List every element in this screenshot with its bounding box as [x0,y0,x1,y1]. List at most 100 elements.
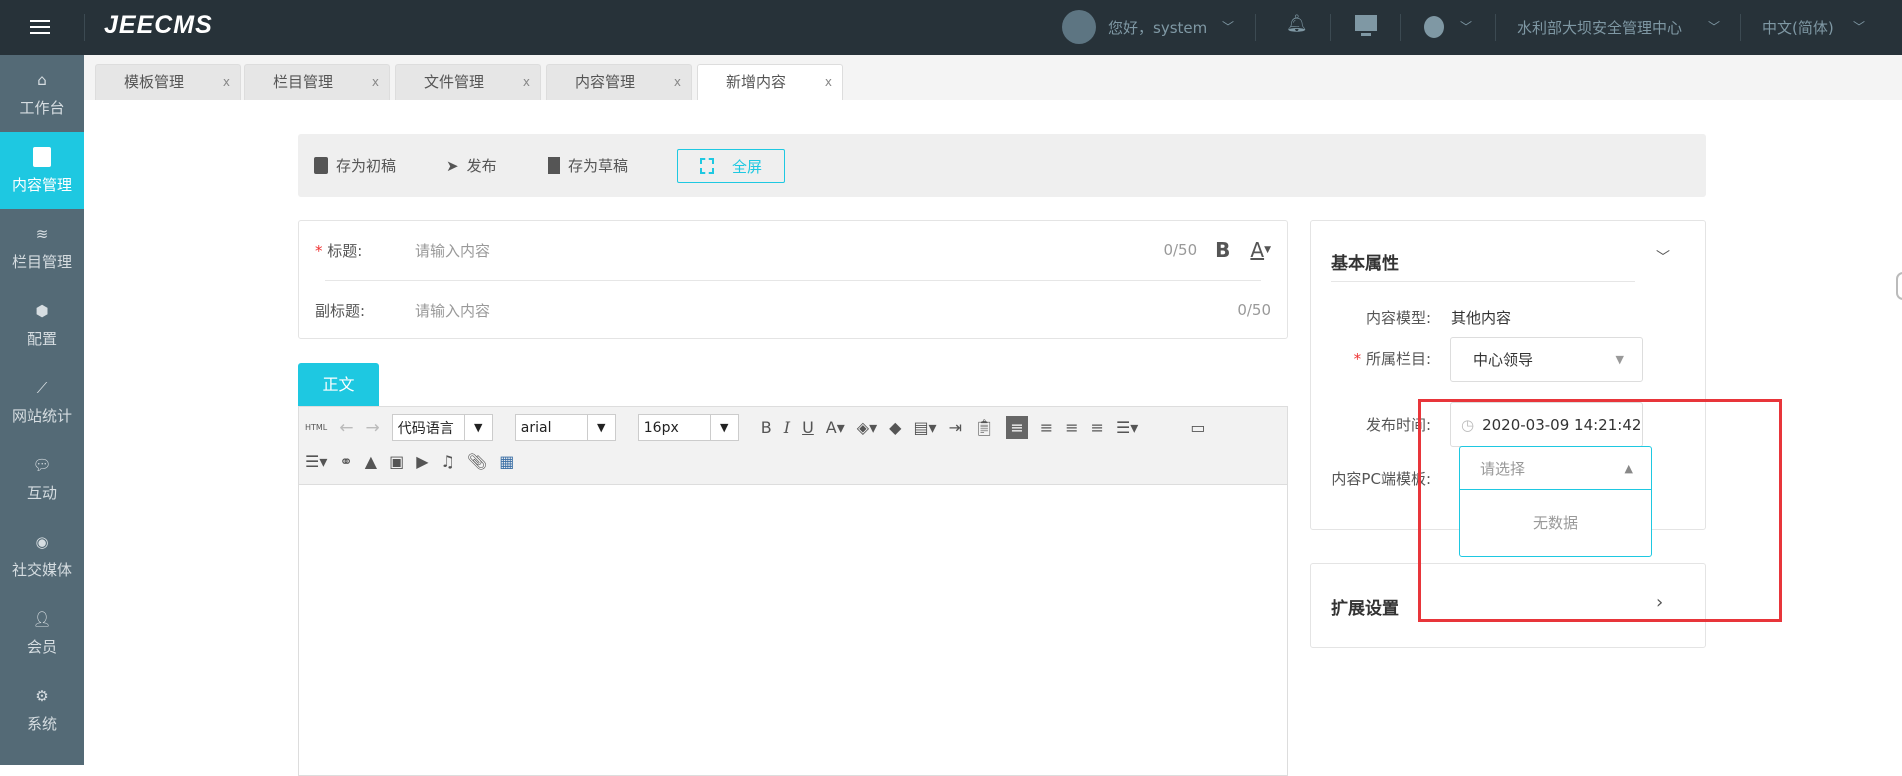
multi-image-icon[interactable]: ▣ [389,452,404,471]
background-color-icon[interactable]: ◈▾ [857,418,877,437]
sidebar-item-label: 栏目管理 [11,253,72,271]
tab-channel[interactable]: 栏目管理 x [244,64,390,100]
trash-icon [548,157,560,174]
publish-time-label: 发布时间: [1365,416,1431,434]
sidebar-item-member[interactable]: 👤︎ 会员 [0,594,84,671]
user-check-icon: 👤︎ [32,610,52,628]
save-icon [314,157,328,174]
chevron-down-icon[interactable]: ﹀ [1853,18,1865,35]
sidebar-item-system[interactable]: ⚙ 系统 [0,671,84,748]
close-icon[interactable]: x [223,65,230,99]
close-icon[interactable]: x [825,65,832,99]
align-right-icon[interactable]: ≡ [1040,418,1053,437]
close-icon[interactable]: x [674,65,681,99]
chevron-down-icon[interactable]: ﹀ [1222,18,1234,35]
tab-content[interactable]: 内容管理 x [546,64,692,100]
align-justify-icon[interactable]: ≡ [1091,418,1104,437]
line-chart-icon: ⟋ [36,379,48,397]
save-draft-button[interactable]: 存为草稿 [548,155,628,176]
user-greeting[interactable]: 您好，system [1108,17,1207,38]
chevron-down-icon[interactable]: ﹀ [1708,18,1720,35]
unordered-list-icon[interactable]: ☰▾ [305,452,327,471]
code-language-select[interactable]: 代码语言 ▼ [391,414,493,441]
sidebar-item-channel[interactable]: ≋ 栏目管理 [0,209,84,286]
basic-properties-title: 基本属性 [1331,254,1399,274]
underline-icon[interactable]: U [802,418,814,437]
title-count: 0/50 [1163,241,1198,259]
attachment-icon[interactable]: 📎︎ [467,452,487,471]
rich-text-editor: HTML ← → 代码语言 ▼ arial ▼ 16px ▼ B I U A▾ ◈▾ … [298,406,1288,776]
layers-icon: ≋ [35,225,49,243]
tab-body[interactable]: 正文 [298,363,379,406]
ordered-list-icon[interactable]: ☰▾ [1116,418,1138,437]
font-size-select[interactable]: 16px ▼ [637,414,739,441]
sidebar-item-label: 互动 [26,484,57,502]
sidebar-item-interaction[interactable]: 💬︎ 互动 [0,440,84,517]
sidebar-item-label: 会员 [26,638,57,656]
title-card: * 标题: 请输入内容 0/50 B A ▼ 副标题: 请输入内容 0/50 [298,220,1288,339]
sidebar-item-social[interactable]: ◉ 社交媒体 [0,517,84,594]
monitor-icon[interactable] [1355,15,1377,31]
sidebar-item-label: 内容管理 [11,176,72,194]
undo-icon[interactable]: ← [339,418,353,438]
sidebar-item-stats[interactable]: ⟋ 网站统计 [0,363,84,440]
chevron-down-icon[interactable]: ﹀ [1656,247,1670,267]
tab-new-content[interactable]: 新增内容 x [697,64,843,100]
font-color-icon[interactable]: A▾ [826,418,845,437]
org-selector[interactable]: 水利部大坝安全管理中心 [1517,17,1682,38]
html-source-button[interactable]: HTML [305,423,327,432]
redo-icon[interactable]: → [366,418,380,438]
chevron-down-icon[interactable]: ﹀ [1460,18,1472,35]
eraser-icon[interactable]: ◆ [889,418,901,437]
model-label: 内容模型: [1365,309,1431,327]
font-color-button[interactable]: A [1250,238,1264,262]
channel-label: 所属栏目: [1365,350,1431,368]
gear-icon: ⚙ [35,687,49,705]
avatar[interactable] [1062,10,1096,44]
channel-select[interactable]: 中心领导 ▼ [1450,337,1643,382]
language-selector[interactable]: 中文(简体) [1762,17,1834,38]
subtitle-input[interactable]: 请输入内容 [415,300,1237,321]
sidebar-item-workbench[interactable]: ⌂ 工作台 [0,55,84,132]
close-icon[interactable]: x [523,65,530,99]
fullscreen-button[interactable]: 全屏 [677,149,785,183]
sidebar-item-label: 工作台 [19,99,65,117]
tab-template[interactable]: 模板管理 x [95,64,241,100]
publish-button[interactable]: ➤ 发布 [446,155,497,176]
bold-button[interactable]: B [1215,238,1230,262]
paragraph-format-icon[interactable]: ▤▾ [913,418,936,437]
sidebar: ⌂ 工作台 内容管理 ≋ 栏目管理 ⬢ 配置 ⟋ 网站统计 💬︎ 互动 ◉ 社交媒体 👤︎ 会… [0,55,84,765]
chat-icon: 💬︎ [32,456,52,474]
video-icon[interactable]: ▶ [416,452,428,471]
sidebar-item-content[interactable]: 内容管理 [0,132,84,209]
caret-down-icon: ▼ [1615,353,1624,366]
menu-icon[interactable] [30,17,50,37]
gallery-icon[interactable]: ▦ [499,452,514,471]
logo: JEECMS [104,11,213,39]
editor-toolbar: HTML ← → 代码语言 ▼ arial ▼ 16px ▼ B I U A▾ ◈▾ … [299,407,1287,485]
tab-file[interactable]: 文件管理 x [395,64,541,100]
bold-icon[interactable]: B [761,418,772,437]
close-icon[interactable]: x [372,65,379,99]
title-input[interactable]: 请输入内容 [415,240,1163,261]
tab-bar: 模板管理 x 栏目管理 x 文件管理 x 内容管理 x 新增内容 x [84,55,1902,100]
document-edit-icon [31,146,53,168]
align-left-icon[interactable]: ≡ [1006,416,1028,439]
action-bar: 存为初稿 ➤ 发布 存为草稿 全屏 [298,134,1706,197]
preview-icon[interactable]: ▭ [1190,418,1205,437]
font-family-select[interactable]: arial ▼ [514,414,616,441]
link-icon[interactable]: ⚭ [339,452,352,471]
palette-icon[interactable] [1424,16,1444,38]
sidebar-item-label: 系统 [26,715,57,733]
paste-icon[interactable]: 📋︎ [974,418,994,437]
align-center-icon[interactable]: ≡ [1065,418,1078,437]
scroll-handle[interactable] [1896,272,1902,300]
cube-icon: ⬢ [35,302,49,320]
sidebar-item-config[interactable]: ⬢ 配置 [0,286,84,363]
indent-icon[interactable]: ⇥ [949,418,962,437]
image-icon[interactable]: ▲ [365,452,377,471]
save-first-button[interactable]: 存为初稿 [314,155,396,176]
music-icon[interactable]: ♫ [441,452,455,471]
bell-icon[interactable]: 🔔︎ [1286,14,1308,34]
italic-icon[interactable]: I [784,418,790,437]
